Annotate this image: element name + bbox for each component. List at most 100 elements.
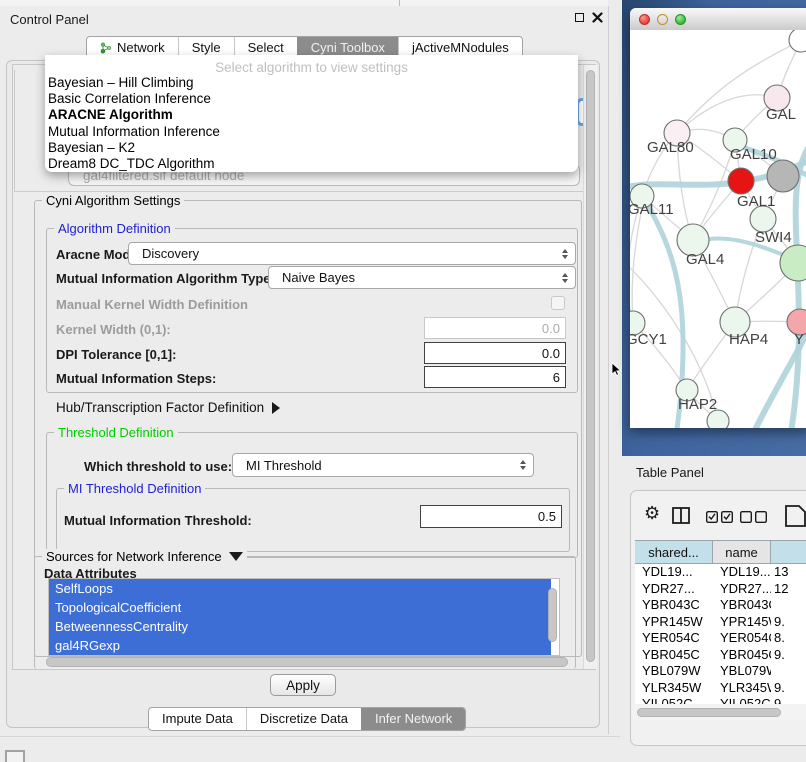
algorithm-option-aracne-algorithm[interactable]: ARACNE Algorithm <box>45 107 578 123</box>
attribute-item-topologicalcoefficient[interactable]: TopologicalCoefficient <box>49 598 551 617</box>
settings-vscrollbar[interactable] <box>583 65 597 669</box>
minimize-traffic-light[interactable] <box>657 14 668 25</box>
network-edge[interactable] <box>677 95 777 133</box>
network-node-big-green[interactable] <box>780 245 806 281</box>
unchecked-rows-icon[interactable] <box>740 511 768 523</box>
mouse-cursor <box>611 362 623 377</box>
table-row[interactable]: YBR045CYBR045C9. <box>635 647 806 664</box>
network-node-gal1[interactable] <box>728 168 754 194</box>
stepper-arrows-icon <box>520 460 526 470</box>
data-attributes-list[interactable]: SelfLoopsTopologicalCoefficientBetweenne… <box>48 578 560 656</box>
gear-icon[interactable]: ⚙ <box>644 505 660 523</box>
table-cell: 9. <box>771 680 806 697</box>
network-canvas[interactable]: GALGAL80GAL10GAL1SWI4GAL11GAL4GCY1HAP4YH… <box>630 30 806 428</box>
table-body: YDL19...YDL19...13YDR27...YDR27...12YBR0… <box>635 564 806 704</box>
algorithm-option-bayesian-k2[interactable]: Bayesian – K2 <box>45 140 578 156</box>
sources-group-title[interactable]: Sources for Network Inference <box>42 549 247 564</box>
network-window[interactable]: GALGAL80GAL10GAL1SWI4GAL11GAL4GCY1HAP4YH… <box>630 8 806 428</box>
tab-impute-data[interactable]: Impute Data <box>149 708 246 730</box>
table-row[interactable]: YER054CYER054C8. <box>635 630 806 647</box>
apply-button[interactable]: Apply <box>270 674 336 696</box>
mi-algorithm-type-label: Mutual Information Algorithm Type: <box>56 271 275 286</box>
mi-threshold-input[interactable] <box>420 505 562 528</box>
attribute-item-gal4rgexp[interactable]: gal4RGexp <box>49 636 551 655</box>
mi-steps-input[interactable] <box>424 366 566 388</box>
network-icon <box>100 42 112 54</box>
close-icon[interactable] <box>592 12 603 23</box>
column-header-name[interactable]: name <box>713 540 771 564</box>
partial-bottom-icon[interactable] <box>5 750 25 762</box>
table-cell: YDR27... <box>635 581 713 598</box>
table-header: shared...name <box>635 540 806 564</box>
tab-discretize-data[interactable]: Discretize Data <box>246 708 361 730</box>
table-cell: 9 <box>771 696 806 704</box>
network-node-top-arc[interactable] <box>789 30 806 52</box>
table-row[interactable]: YLR345WYLR345W9. <box>635 680 806 697</box>
dpi-tolerance-input[interactable] <box>424 342 566 364</box>
network-node-label-gal10: GAL10 <box>730 146 777 163</box>
which-threshold-value: MI Threshold <box>246 458 322 473</box>
table-row[interactable]: YDL19...YDL19...13 <box>635 564 806 581</box>
table-row[interactable]: YBR043CYBR043C <box>635 597 806 614</box>
file-icon[interactable] <box>785 505 806 527</box>
network-node-label-gal4: GAL4 <box>686 251 724 268</box>
attribute-item-betweennesscentrality[interactable]: BetweennessCentrality <box>49 617 551 636</box>
aracne-mode-select[interactable]: Discovery <box>128 242 576 265</box>
table-cell: 13 <box>771 564 806 581</box>
network-node-label-gcy1: GCY1 <box>630 331 667 348</box>
settings-hscrollbar[interactable] <box>13 655 583 669</box>
table-cell <box>771 597 806 614</box>
table-cell: YLR345W <box>713 680 771 697</box>
attribute-item-selfloops[interactable]: SelfLoops <box>49 579 551 598</box>
screen: GALGAL80GAL10GAL1SWI4GAL11GAL4GCY1HAP4YH… <box>0 0 806 762</box>
table-cell: 12 <box>771 581 806 598</box>
which-threshold-select[interactable]: MI Threshold <box>232 453 534 477</box>
algorithm-option-dream8-dc-tdc-algorithm[interactable]: Dream8 DC_TDC Algorithm <box>45 156 578 172</box>
tab-label: Impute Data <box>162 708 233 730</box>
table-hscrollbar[interactable] <box>633 705 806 720</box>
bottom-tabs: Impute Data Discretize Data Infer Network <box>148 707 466 731</box>
table-cell: YPR145W <box>635 614 713 631</box>
table-hscrollbar-thumb[interactable] <box>637 708 781 717</box>
algorithm-option-bayesian-hill-climbing[interactable]: Bayesian – Hill Climbing <box>45 75 578 91</box>
expand-right-triangle-icon <box>272 402 280 414</box>
sources-title-label: Sources for Network Inference <box>46 549 222 564</box>
network-node-label-swi4: SWI4 <box>755 229 792 246</box>
network-node-label-gal1: GAL1 <box>737 193 775 210</box>
table-row[interactable]: YIL052CYIL052C9 <box>635 696 806 704</box>
table-row[interactable]: YBL079WYBL079W <box>635 663 806 680</box>
table-cell: YPR145W <box>713 614 771 631</box>
tab-infer-network[interactable]: Infer Network <box>361 708 465 730</box>
settings-vscrollbar-thumb[interactable] <box>586 70 595 662</box>
hub-transcription-expander[interactable]: Hub/Transcription Factor Definition <box>56 400 280 415</box>
tab-label: Infer Network <box>375 708 452 730</box>
mi-threshold-definition-title: MI Threshold Definition <box>64 481 205 496</box>
network-node-label-hap2: HAP2 <box>678 396 717 413</box>
columns-icon[interactable] <box>672 507 691 525</box>
kernel-width-input[interactable] <box>424 317 566 339</box>
table-cell: YDR27... <box>713 581 771 598</box>
settings-hscrollbar-thumb[interactable] <box>46 657 568 667</box>
network-window-titlebar[interactable] <box>630 8 806 31</box>
table-cell: YDL19... <box>635 564 713 581</box>
manual-kernel-width-checkbox[interactable] <box>551 296 565 310</box>
column-header-partial[interactable] <box>771 540 806 564</box>
close-traffic-light[interactable] <box>639 14 650 25</box>
zoom-traffic-light[interactable] <box>675 14 686 25</box>
network-node-label-gal80: GAL80 <box>647 139 694 156</box>
table-cell: YBR045C <box>713 647 771 664</box>
algorithm-option-basic-correlation-inference[interactable]: Basic Correlation Inference <box>45 91 578 107</box>
algorithm-option-mutual-information-inference[interactable]: Mutual Information Inference <box>45 124 578 140</box>
dpi-tolerance-label: DPI Tolerance [0,1]: <box>56 347 176 362</box>
column-header-shared[interactable]: shared... <box>635 540 713 564</box>
kernel-width-label: Kernel Width (0,1): <box>56 322 171 337</box>
cyni-algorithm-settings-title: Cyni Algorithm Settings <box>42 193 184 208</box>
float-window-icon[interactable] <box>575 13 584 22</box>
checked-rows-icon[interactable] <box>706 511 734 523</box>
table-row[interactable]: YPR145WYPR145W9. <box>635 614 806 631</box>
table-cell: YLR345W <box>635 680 713 697</box>
mi-algorithm-type-select[interactable]: Naive Bayes <box>268 266 576 289</box>
table-row[interactable]: YDR27...YDR27...12 <box>635 581 806 598</box>
attr-list-scrollbar-thumb[interactable] <box>548 588 557 642</box>
network-node-gray-node[interactable] <box>767 160 799 192</box>
